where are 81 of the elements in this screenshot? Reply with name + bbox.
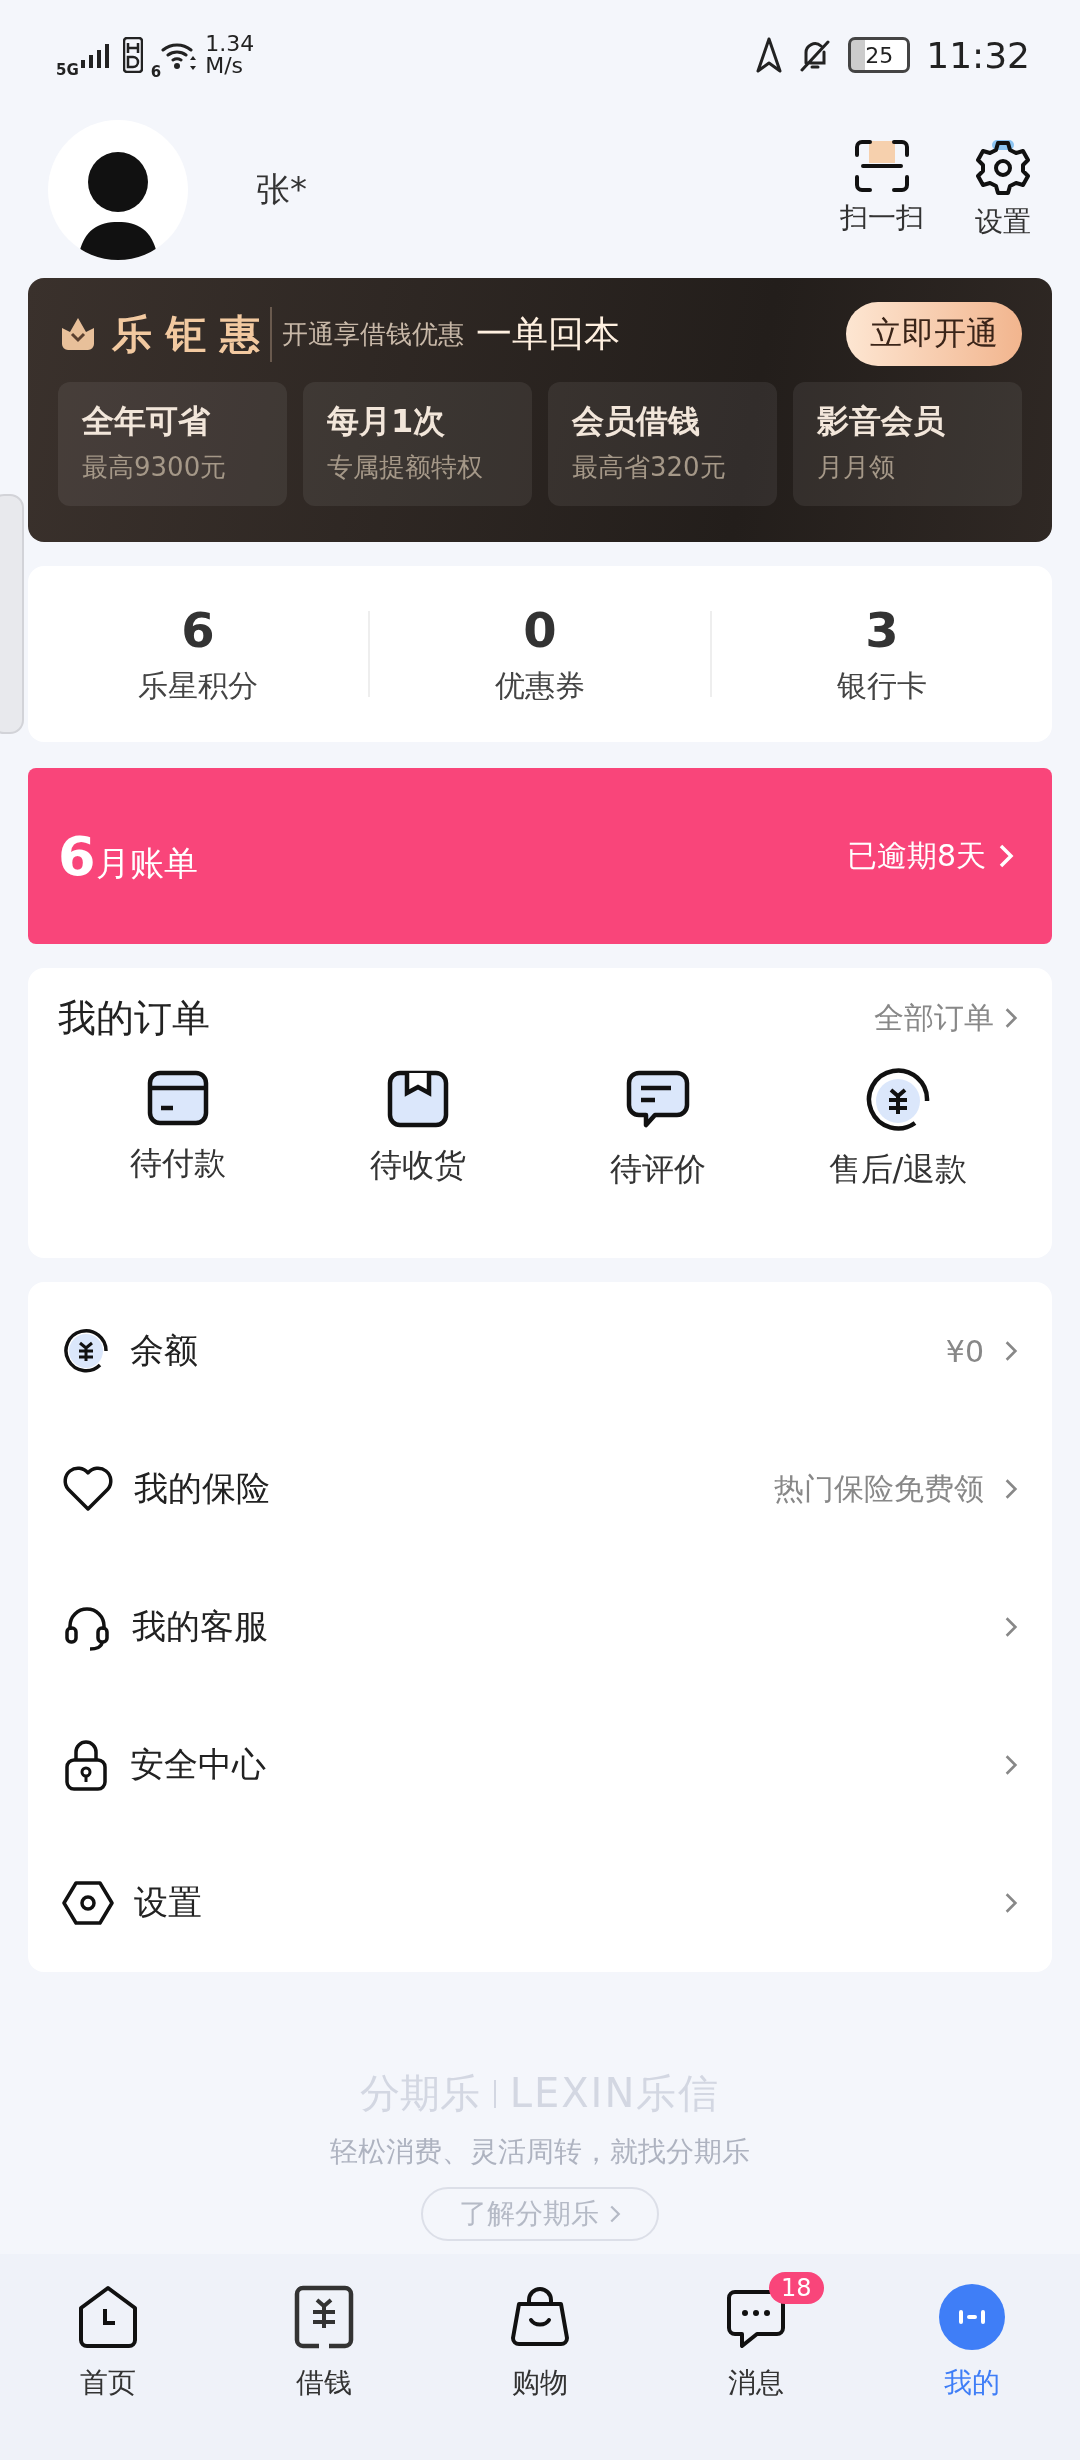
membership-card[interactable]: 乐 钜 惠 开通享借钱优惠 一单回本 立即开通 全年可省 最高9300元 每月1次 专属提额特权 会员借钱 最高省320元 影音会员 月月领 bbox=[28, 278, 1052, 542]
bill-label: 月账单 bbox=[95, 842, 198, 883]
sim-icon bbox=[122, 37, 143, 73]
nav-tab[interactable]: 购物 bbox=[432, 2266, 648, 2406]
menu-item[interactable]: 余额 ¥0 bbox=[62, 1282, 1018, 1420]
perk-subtitle: 最高9300元 bbox=[82, 451, 228, 484]
side-handle[interactable] bbox=[0, 494, 24, 734]
perk-title: 全年可省 bbox=[82, 401, 211, 442]
chevron-icon bbox=[1004, 1006, 1018, 1030]
menu-item[interactable]: 设置 bbox=[62, 1834, 1018, 1972]
clock: 11:32 bbox=[926, 34, 1030, 76]
menu-item[interactable]: 我的客服 bbox=[62, 1558, 1018, 1696]
menu-label: 安全中心 bbox=[130, 1743, 266, 1786]
stat-value[interactable]: 0 bbox=[523, 601, 557, 658]
order-status-button[interactable]: 待付款 bbox=[78, 1068, 278, 1192]
refund-icon bbox=[865, 1068, 931, 1134]
nav-tab[interactable]: 借钱 bbox=[216, 2266, 432, 2406]
box-icon bbox=[385, 1068, 451, 1130]
chevron-icon bbox=[998, 843, 1014, 869]
speed-unit: M/s bbox=[205, 55, 245, 77]
stat-value[interactable]: 6 bbox=[181, 601, 215, 658]
heart-icon bbox=[62, 1465, 114, 1513]
chevron-icon bbox=[1004, 1891, 1018, 1915]
menu-item[interactable]: 安全中心 bbox=[62, 1696, 1018, 1834]
nav-tab[interactable]: 18 消息 bbox=[648, 2266, 864, 2406]
perk-subtitle: 专属提额特权 bbox=[327, 451, 484, 484]
profile-tab-icon bbox=[939, 2284, 1005, 2350]
menu-label: 余额 bbox=[130, 1329, 198, 1372]
hexagon-icon bbox=[62, 1879, 114, 1927]
nav-tab[interactable]: 首页 bbox=[0, 2266, 216, 2406]
order-status-button[interactable]: 待评价 bbox=[558, 1068, 758, 1192]
perk-card[interactable]: 影音会员 月月领 bbox=[793, 382, 1022, 506]
avatar[interactable] bbox=[48, 120, 188, 260]
battery-level: 25 bbox=[865, 42, 894, 68]
settings-button[interactable]: 设置 bbox=[974, 139, 1032, 241]
coin-icon bbox=[62, 1327, 110, 1375]
perk-card[interactable]: 全年可省 最高9300元 bbox=[58, 382, 287, 506]
network-label: 5G bbox=[56, 61, 79, 79]
bill-month: 6 bbox=[58, 824, 96, 888]
menu-item[interactable]: 我的保险 热门保险免费领 bbox=[62, 1420, 1018, 1558]
perk-card[interactable]: 会员借钱 最高省320元 bbox=[548, 382, 777, 506]
tagline: 轻松消费、灵活周转，就找分期乐 bbox=[330, 2134, 750, 2170]
unread-badge: 18 bbox=[769, 2272, 824, 2304]
perk-subtitle: 月月领 bbox=[817, 451, 896, 484]
orders-title: 我的订单 bbox=[58, 994, 210, 1042]
activate-button[interactable]: 立即开通 bbox=[846, 302, 1022, 366]
membership-highlight: 一单回本 bbox=[475, 311, 620, 356]
menu-label: 我的保险 bbox=[134, 1467, 270, 1510]
lock-icon bbox=[62, 1738, 110, 1792]
order-status-button[interactable]: 售后/退款 bbox=[798, 1068, 998, 1192]
settings-icon bbox=[974, 139, 1032, 197]
menu-value: 热门保险免费领 bbox=[774, 1469, 984, 1508]
card-icon bbox=[145, 1068, 211, 1128]
scan-icon bbox=[853, 139, 911, 193]
speed-value: 1.34 bbox=[205, 33, 255, 55]
wifi-generation: 6 bbox=[150, 63, 162, 81]
menu-label: 设置 bbox=[134, 1881, 202, 1924]
stat-label[interactable]: 优惠券 bbox=[495, 665, 585, 707]
perk-subtitle: 最高省320元 bbox=[572, 451, 727, 484]
user-name: 张* bbox=[256, 168, 307, 211]
membership-slogan: 开通享借钱优惠 bbox=[281, 317, 464, 351]
order-status-button[interactable]: 待收货 bbox=[318, 1068, 518, 1192]
perk-title: 影音会员 bbox=[817, 401, 946, 442]
menu-value: ¥0 bbox=[945, 1333, 984, 1369]
chevron-icon bbox=[609, 2204, 621, 2224]
chevron-icon bbox=[1004, 1753, 1018, 1777]
navigation-icon bbox=[756, 37, 783, 73]
stat-label[interactable]: 银行卡 bbox=[837, 665, 927, 707]
stat-value[interactable]: 3 bbox=[865, 601, 899, 658]
membership-brand: 乐 钜 惠 bbox=[112, 306, 272, 362]
perk-title: 会员借钱 bbox=[572, 401, 701, 442]
chevron-icon bbox=[1004, 1339, 1018, 1363]
perk-card[interactable]: 每月1次 专属提额特权 bbox=[303, 382, 532, 506]
chevron-icon bbox=[1004, 1615, 1018, 1639]
chevron-icon bbox=[1004, 1477, 1018, 1501]
perk-title: 每月1次 bbox=[327, 401, 447, 442]
bill-status: 已逾期8天 bbox=[846, 836, 986, 875]
menu-label: 我的客服 bbox=[132, 1605, 268, 1648]
all-orders-link[interactable]: 全部订单 bbox=[874, 997, 1018, 1039]
scan-button[interactable]: 扫一扫 bbox=[840, 139, 924, 241]
stat-label[interactable]: 乐星积分 bbox=[138, 665, 258, 707]
